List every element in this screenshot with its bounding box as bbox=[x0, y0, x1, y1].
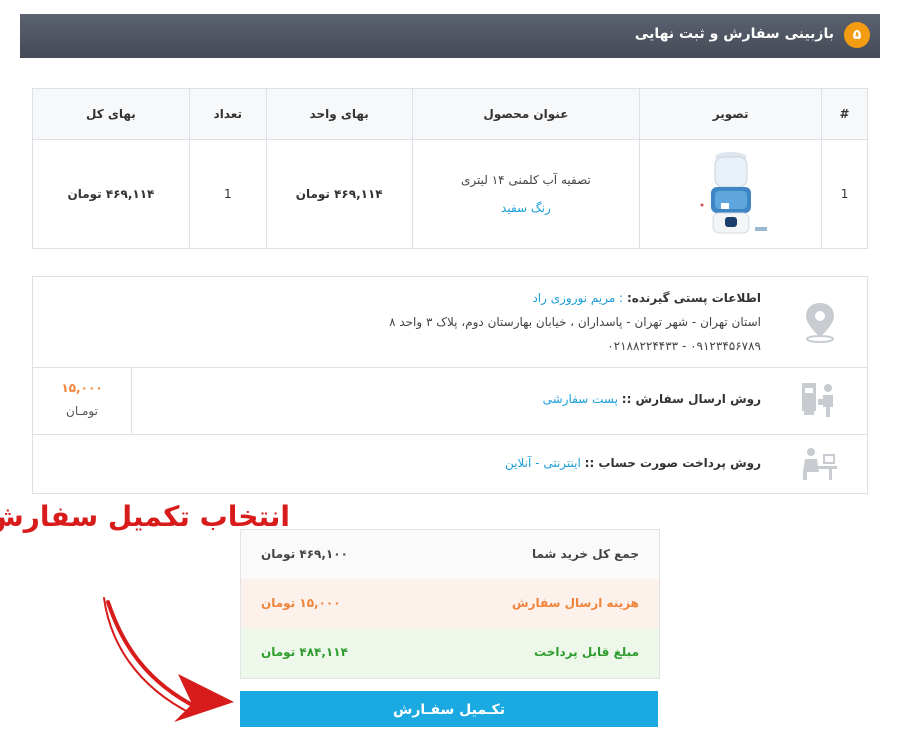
order-items-table: # تصویر عنوان محصول بهای واحد تعداد بهای… bbox=[32, 88, 868, 249]
order-info-box: اطلاعات پستی گیرنده: : مریم نوروزی راد ا… bbox=[32, 276, 868, 494]
row-index: 1 bbox=[821, 139, 868, 249]
recipient-line: اطلاعات پستی گیرنده: : مریم نوروزی راد bbox=[389, 291, 761, 305]
quantity: 1 bbox=[188, 139, 267, 249]
col-header-index: # bbox=[821, 88, 868, 140]
shipping-cost-label: هزینه ارسال سفارش bbox=[512, 596, 639, 610]
recipient-name: : مریم نوروزی راد bbox=[532, 291, 624, 305]
recipient-label: اطلاعات پستی گیرنده: bbox=[626, 291, 761, 305]
col-header-total: بهای کل bbox=[32, 88, 190, 140]
person-at-desk-icon bbox=[803, 448, 837, 480]
table-row: 1 تصفیه آب کلمنی ۱۴ لیتری رنگ سفید ۴۶۹,۱… bbox=[32, 139, 868, 249]
row-total: ۴۶۹,۱۱۴ تومان bbox=[32, 139, 190, 249]
payment-method-label: روش پرداخت صورت حساب :: bbox=[584, 456, 761, 470]
col-header-unit-price: بهای واحد bbox=[265, 88, 413, 140]
phone-text: ۰۹۱۲۳۴۵۶۷۸۹ - ۰۲۱۸۸۲۲۴۴۳۳ bbox=[607, 339, 761, 353]
shipping-method-label: روش ارسال سفارش :: bbox=[621, 392, 761, 406]
shipping-method-value: پست سفارشی bbox=[542, 392, 618, 406]
payable-label: مبلغ قابل پرداخت bbox=[534, 645, 639, 659]
col-header-quantity: تعداد bbox=[188, 88, 267, 140]
subtotal-value: ۴۶۹,۱۰۰ تومان bbox=[261, 547, 348, 561]
shipping-cost-cell: ۱۵,۰۰۰ تومـان bbox=[33, 367, 132, 434]
annotation-text: انتخاب تکمیل سفارش bbox=[0, 500, 290, 533]
step-number-badge: ۵ bbox=[844, 22, 870, 48]
delivery-person-icon bbox=[802, 383, 833, 417]
subtotal-row: جمع کل خرید شما ۴۶۹,۱۰۰ تومان bbox=[241, 530, 659, 579]
complete-order-button[interactable]: تکـمیل سفـارش bbox=[240, 691, 658, 727]
payment-method-value: اینترنتی - آنلاین bbox=[505, 456, 581, 470]
shipping-cost-value: ۱۵,۰۰۰ تومان bbox=[261, 596, 341, 610]
product-title[interactable]: تصفیه آب کلمنی ۱۴ لیتری bbox=[414, 173, 639, 187]
shipping-cost-amount: ۱۵,۰۰۰ bbox=[61, 381, 103, 395]
col-header-title: عنوان محصول bbox=[411, 88, 641, 140]
shipping-cost-row: هزینه ارسال سفارش ۱۵,۰۰۰ تومان bbox=[241, 579, 659, 628]
unit-price: ۴۶۹,۱۱۴ تومان bbox=[265, 139, 413, 249]
shipping-method-row: روش ارسال سفارش :: پست سفارشی ۱۵,۰۰۰ توم… bbox=[33, 367, 867, 435]
col-header-image: تصویر bbox=[639, 88, 823, 140]
order-summary: جمع کل خرید شما ۴۶۹,۱۰۰ تومان هزینه ارسا… bbox=[240, 529, 660, 679]
step-title: بازبینی سفارش و ثبت نهایی bbox=[634, 26, 834, 42]
payment-method-row: روش پرداخت صورت حساب :: اینترنتی - آنلای… bbox=[33, 434, 867, 493]
water-purifier-image[interactable] bbox=[691, 147, 771, 239]
shipping-cost-currency: تومـان bbox=[66, 404, 98, 418]
product-image-cell bbox=[639, 139, 823, 249]
location-pin-icon bbox=[806, 303, 834, 343]
red-arrow-icon bbox=[103, 597, 234, 722]
recipient-info-row: اطلاعات پستی گیرنده: : مریم نوروزی راد ا… bbox=[33, 277, 867, 368]
product-title-cell: تصفیه آب کلمنی ۱۴ لیتری رنگ سفید bbox=[411, 139, 641, 249]
payable-row: مبلغ قابل پرداخت ۴۸۴,۱۱۴ تومان bbox=[241, 628, 659, 678]
product-color: رنگ سفید bbox=[501, 201, 551, 215]
payable-value: ۴۸۴,۱۱۴ تومان bbox=[261, 645, 348, 659]
address-text: استان تهران - شهر تهران - پاسداران ، خیا… bbox=[389, 315, 761, 329]
step-header: ۵ بازبینی سفارش و ثبت نهایی bbox=[20, 14, 880, 58]
table-header-row: # تصویر عنوان محصول بهای واحد تعداد بهای… bbox=[32, 88, 868, 140]
subtotal-label: جمع کل خرید شما bbox=[531, 547, 639, 561]
